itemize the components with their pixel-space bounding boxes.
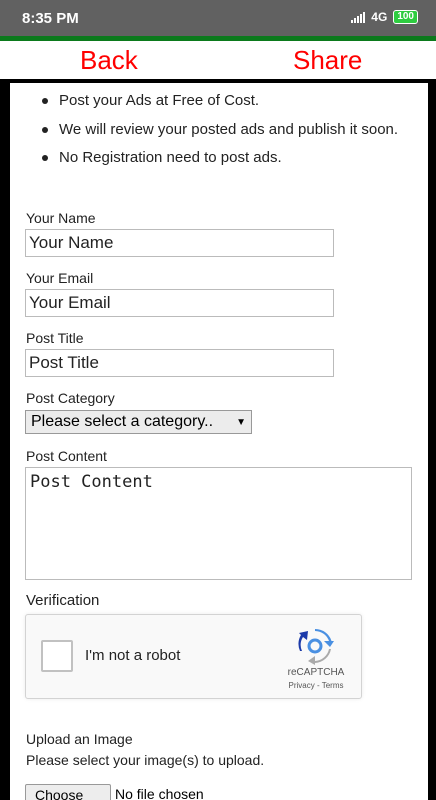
status-bar: 8:35 PM 4G 100 <box>0 0 436 36</box>
recaptcha-text: I'm not a robot <box>85 647 181 664</box>
info-list: Post your Ads at Free of Cost. We will r… <box>42 91 398 177</box>
upload-label: Upload an Image <box>26 731 133 747</box>
signal-icon <box>351 11 366 23</box>
file-status-text: No file chosen <box>115 786 204 800</box>
back-button[interactable]: Back <box>80 45 138 76</box>
category-label: Post Category <box>26 390 115 406</box>
category-selected-value: Please select a category.. <box>31 413 214 430</box>
info-list-item: Post your Ads at Free of Cost. <box>42 91 398 110</box>
app-bar: Back Share <box>0 41 436 79</box>
recaptcha-logo-icon <box>298 628 334 665</box>
email-input[interactable]: Your Email <box>25 289 334 317</box>
battery-icon: 100 <box>393 10 418 24</box>
info-list-item: No Registration need to post ads. <box>42 148 398 167</box>
name-label: Your Name <box>26 210 96 226</box>
share-button[interactable]: Share <box>293 45 362 76</box>
post-ad-form-page: Post your Ads at Free of Cost. We will r… <box>10 83 428 800</box>
recaptcha-widget: I'm not a robot reCAPTCHA Privacy - Term… <box>25 614 362 699</box>
recaptcha-links: Privacy - Terms <box>276 681 356 690</box>
content-label: Post Content <box>26 448 107 464</box>
post-content-textarea[interactable]: Post Content <box>25 467 412 580</box>
recaptcha-checkbox[interactable] <box>41 640 73 672</box>
network-type: 4G <box>371 10 388 24</box>
info-list-item: We will review your posted ads and publi… <box>42 120 398 139</box>
name-input[interactable]: Your Name <box>25 229 334 257</box>
status-icons: 4G 100 <box>351 10 418 24</box>
email-label: Your Email <box>26 270 94 286</box>
link-separator: - <box>314 681 322 690</box>
recaptcha-brand: reCAPTCHA <box>287 667 345 678</box>
dropdown-arrow-icon: ▼ <box>236 416 246 428</box>
post-title-input[interactable]: Post Title <box>25 349 334 377</box>
choose-file-button[interactable]: Choose file <box>25 784 111 800</box>
status-time: 8:35 PM <box>22 10 79 27</box>
upload-help-text: Please select your image(s) to upload. <box>26 752 265 768</box>
title-label: Post Title <box>26 330 84 346</box>
category-select[interactable]: Please select a category.. ▼ <box>25 410 252 434</box>
privacy-link[interactable]: Privacy <box>289 681 315 690</box>
terms-link[interactable]: Terms <box>322 681 344 690</box>
verification-label: Verification <box>26 592 100 609</box>
